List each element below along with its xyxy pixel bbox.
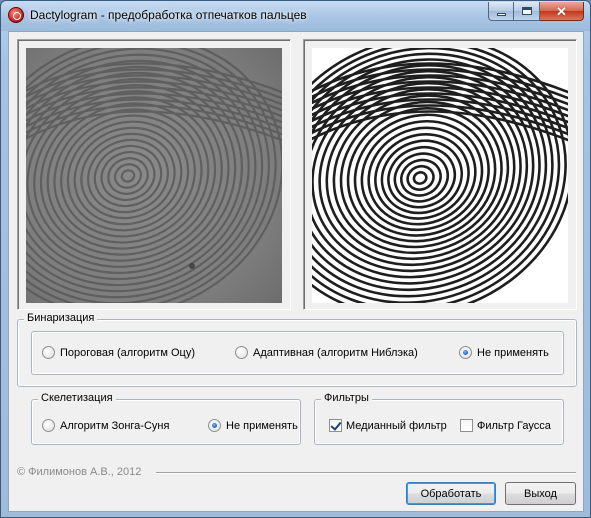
- skeleton-zhang-suen-option[interactable]: Алгоритм Зонга-Суня: [42, 419, 169, 432]
- window-controls: ✕: [488, 2, 584, 21]
- gauss-filter-checkbox[interactable]: [460, 419, 473, 432]
- gauss-filter-option[interactable]: Фильтр Гаусса: [460, 419, 551, 432]
- copyright-text: © Филимонов А.В., 2012: [17, 466, 142, 478]
- minimize-button[interactable]: [488, 2, 514, 21]
- otsu-label[interactable]: Пороговая (алгоритм Оцу): [60, 347, 195, 359]
- close-icon: ✕: [556, 3, 567, 19]
- title-bar[interactable]: Dactylogram - предобработка отпечатков п…: [1, 1, 590, 31]
- filters-group: Фильтры Медианный фильтр Фильтр Гаусса: [314, 392, 564, 445]
- binarization-none-option[interactable]: Не применять: [459, 346, 549, 359]
- binarization-label: Бинаризация: [24, 312, 98, 324]
- median-filter-option[interactable]: Медианный фильтр: [329, 419, 447, 432]
- skeletonization-group: Скелетизация Алгоритм Зонга-Суня Не прим…: [31, 392, 301, 445]
- binarization-none-label[interactable]: Не применять: [477, 347, 549, 359]
- binarization-otsu-option[interactable]: Пороговая (алгоритм Оцу): [42, 346, 195, 359]
- gauss-filter-label[interactable]: Фильтр Гаусса: [477, 420, 551, 432]
- window-title: Dactylogram - предобработка отпечатков п…: [30, 8, 307, 22]
- footer-divider: [156, 472, 576, 474]
- otsu-radio[interactable]: [42, 346, 55, 359]
- skeleton-none-radio[interactable]: [208, 419, 221, 432]
- processed-image-panel: [303, 39, 577, 310]
- niblack-radio[interactable]: [235, 346, 248, 359]
- median-filter-checkbox[interactable]: [329, 419, 342, 432]
- exit-button[interactable]: Выход: [505, 482, 576, 505]
- niblack-label[interactable]: Адаптивная (алгоритм Ниблэка): [253, 347, 418, 359]
- median-filter-label[interactable]: Медианный фильтр: [346, 420, 447, 432]
- binarization-group: Бинаризация Пороговая (алгоритм Оцу) Ада…: [17, 312, 577, 387]
- binarization-niblack-option[interactable]: Адаптивная (алгоритм Ниблэка): [235, 346, 418, 359]
- app-icon[interactable]: [8, 7, 24, 23]
- skeleton-none-option[interactable]: Не применять: [208, 419, 298, 432]
- maximize-icon: [521, 7, 532, 15]
- skeletonization-label: Скелетизация: [38, 392, 116, 404]
- main-panel: Бинаризация Пороговая (алгоритм Оцу) Ада…: [8, 31, 584, 512]
- processed-fingerprint-image: [312, 48, 568, 303]
- process-button[interactable]: Обработать: [406, 482, 496, 505]
- close-button[interactable]: ✕: [540, 2, 584, 21]
- skeleton-none-label[interactable]: Не применять: [226, 420, 298, 432]
- maximize-button[interactable]: [514, 2, 540, 21]
- app-window: Dactylogram - предобработка отпечатков п…: [0, 0, 591, 518]
- filters-label: Фильтры: [321, 392, 372, 404]
- original-image-panel: [17, 39, 291, 310]
- zhang-suen-label[interactable]: Алгоритм Зонга-Суня: [60, 420, 169, 432]
- minimize-icon: [496, 12, 506, 16]
- original-fingerprint-image: [26, 48, 282, 303]
- zhang-suen-radio[interactable]: [42, 419, 55, 432]
- binarization-none-radio[interactable]: [459, 346, 472, 359]
